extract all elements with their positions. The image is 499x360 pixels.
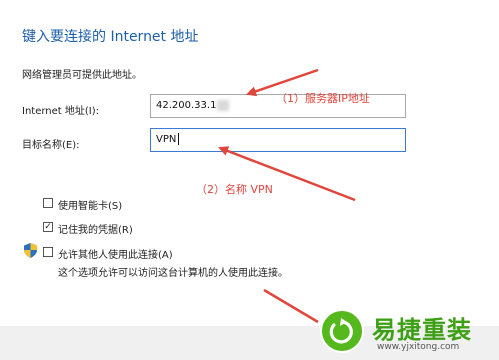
allow-others-note: 这个选项允许可以访问这台计算机的人使用此连接。 [58, 268, 288, 279]
use-smart-card-checkbox[interactable] [43, 198, 53, 208]
annotation-server-ip: （1）服务器IP地址 [276, 92, 370, 105]
watermark: 易捷重装 www.yjxitong.com [310, 306, 499, 360]
uac-shield-icon [24, 243, 37, 258]
annotation-name-vpn: （2）名称 VPN [196, 183, 273, 196]
check-icon: ✓ [44, 222, 52, 232]
allow-others-checkbox[interactable] [43, 247, 53, 257]
use-smart-card-label: 使用智能卡(S) [58, 201, 123, 212]
remember-credentials-checkbox[interactable]: ✓ [43, 222, 53, 232]
remember-credentials-label: 记住我的凭据(R) [58, 225, 133, 236]
watermark-url: www.yjxitong.com [377, 342, 460, 352]
allow-others-label: 允许其他人使用此连接(A) [58, 250, 173, 261]
watermark-brand: 易捷重装 [372, 316, 472, 344]
watermark-logo-icon [320, 309, 364, 353]
